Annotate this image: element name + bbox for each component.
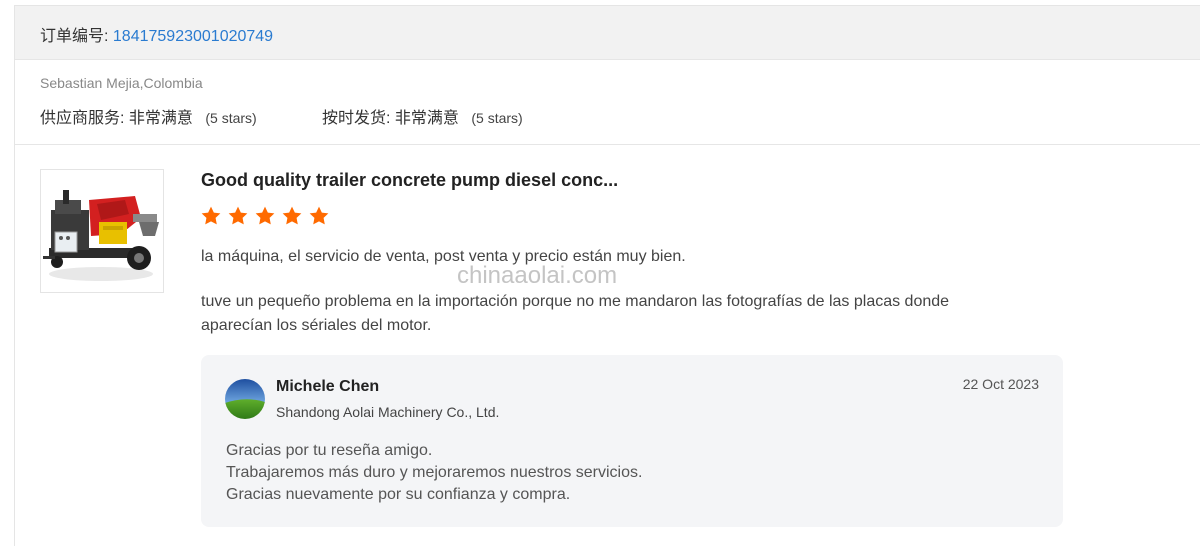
- rating-stars-note: (5 stars): [205, 110, 257, 126]
- landscape-avatar-icon: [225, 379, 265, 419]
- rating-value: 非常满意: [128, 110, 193, 127]
- product-title-link[interactable]: Good quality trailer concrete pump diese…: [201, 170, 618, 191]
- review-star-rating: [200, 205, 330, 232]
- on-time-delivery-rating: 按时发货: 非常满意 (5 stars): [322, 104, 523, 128]
- watermark-text: chinaaolai.com: [457, 262, 618, 289]
- review-text-line: tuve un pequeño problema en la importaci…: [201, 293, 950, 310]
- rating-value: 非常满意: [394, 110, 459, 127]
- product-thumbnail[interactable]: [40, 169, 164, 293]
- concrete-pump-image: [41, 170, 163, 292]
- supplier-service-rating: 供应商服务: 非常满意 (5 stars): [40, 104, 257, 128]
- reply-text-line: Gracias por tu reseña amigo.: [226, 442, 433, 459]
- reply-text-line: Gracias nuevamente por su confianza y co…: [226, 486, 571, 503]
- buyer-feedback-section: Sebastian Mejia,Colombia 供应商服务: 非常满意 (5 …: [15, 60, 1200, 145]
- star-icon: [255, 206, 275, 225]
- reply-company-name: Shandong Aolai Machinery Co., Ltd.: [276, 404, 500, 420]
- rating-label: 供应商服务:: [40, 110, 125, 127]
- reply-text-line: Trabajaremos más duro y mejoraremos nues…: [226, 464, 643, 481]
- order-number-row: 订单编号: 184175923001020749: [40, 22, 273, 46]
- reply-author-name: Michele Chen: [276, 378, 380, 395]
- buyer-name-location: Sebastian Mejia,Colombia: [40, 75, 203, 91]
- rating-stars-note: (5 stars): [471, 110, 523, 126]
- order-number-link[interactable]: 184175923001020749: [113, 28, 273, 45]
- star-icon: [201, 206, 221, 225]
- rating-label: 按时发货:: [322, 110, 391, 127]
- order-number-label: 订单编号:: [40, 28, 109, 45]
- star-icon: [228, 206, 248, 225]
- supplier-reply: Michele Chen Shandong Aolai Machinery Co…: [201, 355, 1063, 527]
- avatar: [225, 379, 265, 419]
- order-review-card: 订单编号: 184175923001020749 Sebastian Mejia…: [14, 5, 1200, 546]
- order-header: 订单编号: 184175923001020749: [15, 6, 1200, 60]
- product-review-section: Good quality trailer concrete pump diese…: [15, 145, 1200, 547]
- review-text-line: aparecían los sériales del motor.: [201, 317, 432, 334]
- star-icon: [309, 206, 329, 225]
- star-icon: [282, 206, 302, 225]
- reply-date: 22 Oct 2023: [962, 376, 1039, 392]
